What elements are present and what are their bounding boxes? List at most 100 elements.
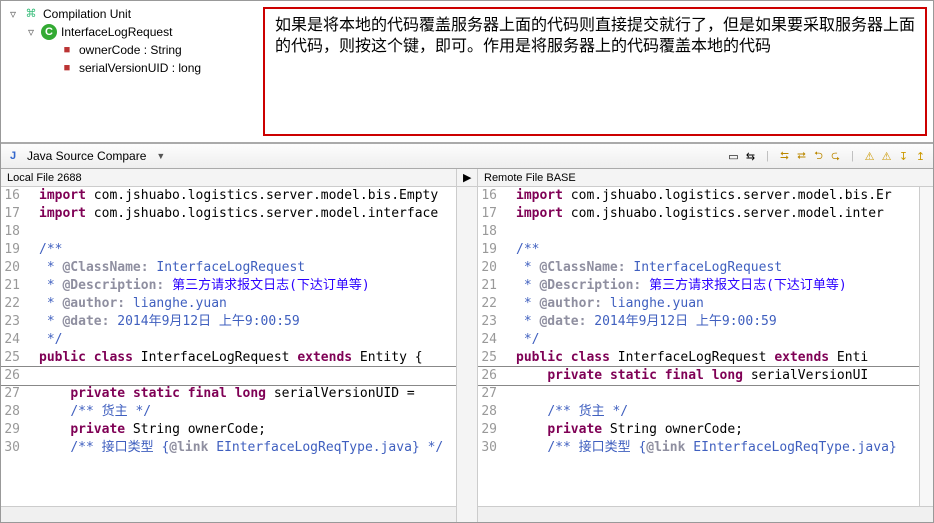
code-line[interactable]: 29 private String ownerCode; [478, 421, 919, 439]
tree-class[interactable]: ▿ C InterfaceLogRequest [25, 23, 257, 41]
left-code-area[interactable]: 16 import com.jshuabo.logistics.server.mo… [1, 187, 456, 506]
code-line[interactable]: 25 public class InterfaceLogRequest exten… [478, 349, 919, 367]
code-line[interactable]: 19/** [478, 241, 919, 259]
left-pane-title: Local File 2688 [1, 169, 456, 187]
code-line[interactable]: 24 */ [478, 331, 919, 349]
copy-all-left-button[interactable]: ⮀ [776, 148, 793, 165]
horizontal-scrollbar[interactable] [478, 506, 933, 522]
line-number: 20 [478, 259, 501, 277]
line-number: 20 [1, 259, 24, 277]
code-line[interactable]: 18 [1, 223, 456, 241]
next-diff-button[interactable]: ⚠ [861, 148, 878, 165]
swap-button[interactable]: ⇆ [742, 148, 759, 165]
code-line[interactable]: 28 /** 货主 */ [478, 403, 919, 421]
code-line[interactable]: 26 private static final long serialVersi… [478, 367, 919, 385]
code-text: * @ClassName: InterfaceLogRequest [514, 259, 919, 277]
code-line[interactable]: 19/** [1, 241, 456, 259]
next-change-button[interactable]: ↧ [895, 148, 912, 165]
line-number: 16 [1, 187, 24, 205]
expand-icon[interactable]: ▿ [7, 5, 19, 23]
code-text: private static final long serialVersionU… [37, 385, 456, 403]
code-line[interactable]: 16 import com.jshuabo.logistics.server.mo… [1, 187, 456, 205]
code-text: */ [514, 331, 919, 349]
code-line[interactable]: 28 /** 货主 */ [1, 403, 456, 421]
line-number: 26 [1, 367, 24, 385]
tree-root-label: Compilation Unit [43, 5, 131, 23]
code-line[interactable]: 25 public class InterfaceLogRequest exten… [1, 349, 456, 367]
code-line[interactable]: 30 /** 接口类型 {@link EInterfaceLogReqType.… [478, 439, 919, 457]
compare-title: Java Source Compare [27, 149, 146, 163]
horizontal-scrollbar[interactable] [1, 506, 456, 522]
code-text: * @Description: 第三方请求报文日志(下达订单等) [37, 277, 456, 295]
tree-field[interactable]: ■ serialVersionUID : long [43, 59, 257, 77]
tree-root[interactable]: ▿ ⌘ Compilation Unit [7, 5, 257, 23]
line-number: 26 [478, 367, 501, 385]
compilation-unit-icon: ⌘ [23, 6, 39, 22]
line-number: 24 [478, 331, 501, 349]
view-menu-arrow-icon[interactable]: ▼ [156, 151, 165, 161]
code-line[interactable]: 20 * @ClassName: InterfaceLogRequest [478, 259, 919, 277]
code-line[interactable]: 22 * @author: lianghe.yuan [478, 295, 919, 313]
code-line[interactable]: 23 * @date: 2014年9月12日 上午9:00:59 [1, 313, 456, 331]
center-ruler: ▶ [456, 169, 478, 522]
code-text: import com.jshuabo.logistics.server.mode… [37, 205, 456, 223]
code-line[interactable]: 24 */ [1, 331, 456, 349]
line-number: 30 [1, 439, 24, 457]
code-text: public class InterfaceLogRequest extends… [37, 349, 456, 367]
line-number: 21 [1, 277, 24, 295]
overview-ruler[interactable] [919, 187, 933, 506]
code-line[interactable]: 23 * @date: 2014年9月12日 上午9:00:59 [478, 313, 919, 331]
line-number: 17 [1, 205, 24, 223]
code-text: import com.jshuabo.logistics.server.mode… [37, 187, 456, 205]
structure-compare-button[interactable]: ▭ [725, 148, 742, 165]
tree-field[interactable]: ■ ownerCode : String [43, 41, 257, 59]
code-text: /** [37, 241, 456, 259]
line-number: 24 [1, 331, 24, 349]
code-line[interactable]: 21 * @Description: 第三方请求报文日志(下达订单等) [1, 277, 456, 295]
code-line[interactable]: 27 private static final long serialVersi… [1, 385, 456, 403]
code-text: * @date: 2014年9月12日 上午9:00:59 [514, 313, 919, 331]
tree-field-label: ownerCode : String [79, 41, 182, 59]
line-number: 22 [478, 295, 501, 313]
code-text: * @author: lianghe.yuan [514, 295, 919, 313]
class-icon: C [41, 24, 57, 40]
code-line[interactable]: 16import com.jshuabo.logistics.server.mo… [478, 187, 919, 205]
copy-all-right-button[interactable]: ⮂ [793, 148, 810, 165]
code-line[interactable]: 30 /** 接口类型 {@link EInterfaceLogReqType.… [1, 439, 456, 457]
code-line[interactable]: 17import com.jshuabo.logistics.server.mo… [478, 205, 919, 223]
expand-icon[interactable]: ▿ [25, 23, 37, 41]
right-pane-title: Remote File BASE [478, 169, 933, 187]
annotation-text: 如果是将本地的代码覆盖服务器上面的代码则直接提交就行了，但是如果要采取服务器上面… [275, 17, 915, 55]
code-line[interactable]: 18 [478, 223, 919, 241]
code-text: public class InterfaceLogRequest extends… [514, 349, 919, 367]
code-text: /** 接口类型 {@link EInterfaceLogReqType.jav… [37, 439, 456, 457]
prev-diff-button[interactable]: ⚠ [878, 148, 895, 165]
code-text: * @author: lianghe.yuan [37, 295, 456, 313]
copy-right-button[interactable]: ⮎ [827, 148, 844, 165]
line-number: 25 [1, 349, 24, 367]
line-number: 29 [478, 421, 501, 439]
link-scroll-icon[interactable]: ▶ [457, 169, 477, 187]
code-line[interactable]: 26 [1, 367, 456, 385]
outline-pane: ▿ ⌘ Compilation Unit ▿ C InterfaceLogReq… [1, 1, 263, 142]
code-text: private String ownerCode; [37, 421, 456, 439]
field-private-icon: ■ [59, 42, 75, 58]
code-line[interactable]: 20 * @ClassName: InterfaceLogRequest [1, 259, 456, 277]
code-line[interactable]: 29 private String ownerCode; [1, 421, 456, 439]
top-area: ▿ ⌘ Compilation Unit ▿ C InterfaceLogReq… [1, 1, 933, 143]
code-text: import com.jshuabo.logistics.server.mode… [514, 187, 919, 205]
code-line[interactable]: 22 * @author: lianghe.yuan [1, 295, 456, 313]
prev-change-button[interactable]: ↥ [912, 148, 929, 165]
code-text: private String ownerCode; [514, 421, 919, 439]
separator: | [759, 148, 776, 165]
code-line[interactable]: 21 * @Description: 第三方请求报文日志(下达订单等) [478, 277, 919, 295]
code-text: /** [514, 241, 919, 259]
line-number: 25 [478, 349, 501, 367]
code-line[interactable]: 27 [478, 385, 919, 403]
copy-left-button[interactable]: ⮌ [810, 148, 827, 165]
code-text: */ [37, 331, 456, 349]
line-number: 23 [1, 313, 24, 331]
right-code-area[interactable]: 16import com.jshuabo.logistics.server.mo… [478, 187, 919, 506]
code-line[interactable]: 17 import com.jshuabo.logistics.server.mo… [1, 205, 456, 223]
annotation-callout: 如果是将本地的代码覆盖服务器上面的代码则直接提交就行了，但是如果要采取服务器上面… [263, 7, 927, 136]
